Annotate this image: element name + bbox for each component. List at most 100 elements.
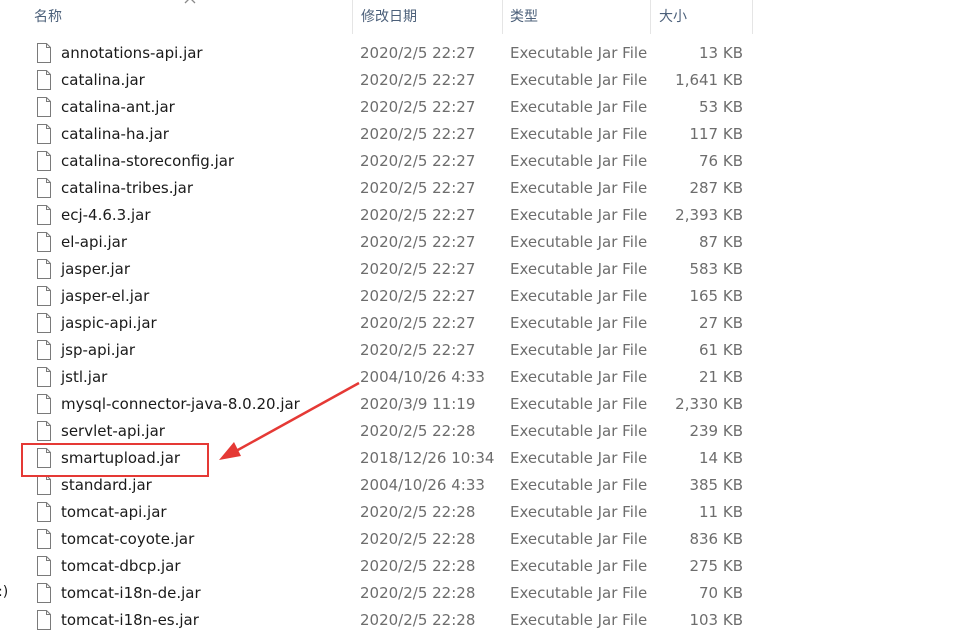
file-icon <box>37 124 51 144</box>
file-modified-date: 2018/12/26 10:34 <box>360 449 495 467</box>
file-row[interactable]: tomcat-i18n-es.jar 2020/2/5 22:28 Executab… <box>0 607 760 634</box>
file-type: Executable Jar File <box>510 71 648 89</box>
column-header-date[interactable]: 修改日期 <box>361 0 417 34</box>
file-type: Executable Jar File <box>510 98 648 116</box>
file-row[interactable]: jstl.jar 2004/10/26 4:33 Executable Jar Fi… <box>0 364 760 391</box>
file-modified-date: 2020/2/5 22:28 <box>360 557 476 575</box>
file-modified-date: 2020/2/5 22:27 <box>360 71 476 89</box>
file-row[interactable]: jasper.jar 2020/2/5 22:27 Executable Jar F… <box>0 256 760 283</box>
column-divider[interactable] <box>502 0 503 34</box>
annotation-highlight-box <box>21 443 209 477</box>
file-icon <box>37 610 51 630</box>
file-type: Executable Jar File <box>510 179 648 197</box>
file-type: Executable Jar File <box>510 233 648 251</box>
file-row[interactable]: catalina.jar 2020/2/5 22:27 Executable Jar… <box>0 67 760 94</box>
column-header-name[interactable]: 名称 <box>34 0 62 34</box>
file-type: Executable Jar File <box>510 584 648 602</box>
sort-up-icon[interactable] <box>183 0 197 6</box>
file-row[interactable]: catalina-tribes.jar 2020/2/5 22:27 Executa… <box>0 175 760 202</box>
file-row[interactable]: servlet-api.jar 2020/2/5 22:28 Executable … <box>0 418 760 445</box>
file-icon <box>37 43 51 63</box>
file-size: 275 KB <box>689 557 743 575</box>
file-icon <box>37 502 51 522</box>
file-modified-date: 2020/2/5 22:28 <box>360 503 476 521</box>
file-row[interactable]: mysql-connector-java-8.0.20.jar 2020/3/9 … <box>0 391 760 418</box>
file-modified-date: 2020/3/9 11:19 <box>360 395 476 413</box>
file-icon <box>37 259 51 279</box>
file-name: catalina-ha.jar <box>61 125 169 143</box>
file-type: Executable Jar File <box>510 152 648 170</box>
file-size: 27 KB <box>699 314 743 332</box>
file-name: tomcat-api.jar <box>61 503 167 521</box>
file-modified-date: 2020/2/5 22:27 <box>360 152 476 170</box>
file-row[interactable]: jsp-api.jar 2020/2/5 22:27 Executable Jar … <box>0 337 760 364</box>
file-name: jaspic-api.jar <box>61 314 157 332</box>
column-header-bar: 名称 修改日期 类型 大小 <box>0 0 753 34</box>
file-row[interactable]: annotations-api.jar 2020/2/5 22:27 Executa… <box>0 40 760 67</box>
file-size: 836 KB <box>689 530 743 548</box>
file-row[interactable]: tomcat-dbcp.jar 2020/2/5 22:28 Executable … <box>0 553 760 580</box>
file-type: Executable Jar File <box>510 449 648 467</box>
file-row[interactable]: jaspic-api.jar 2020/2/5 22:27 Executable J… <box>0 310 760 337</box>
file-name: catalina-tribes.jar <box>61 179 194 197</box>
file-name: catalina.jar <box>61 71 145 89</box>
file-icon <box>37 394 51 414</box>
file-modified-date: 2020/2/5 22:28 <box>360 422 476 440</box>
file-name: annotations-api.jar <box>61 44 203 62</box>
file-icon <box>37 529 51 549</box>
column-divider[interactable] <box>650 0 651 34</box>
file-type: Executable Jar File <box>510 557 648 575</box>
file-row[interactable]: catalina-ant.jar 2020/2/5 22:27 Executable… <box>0 94 760 121</box>
file-size: 76 KB <box>699 152 743 170</box>
file-size: 385 KB <box>689 476 743 494</box>
file-type: Executable Jar File <box>510 314 648 332</box>
file-modified-date: 2020/2/5 22:27 <box>360 206 476 224</box>
file-type: Executable Jar File <box>510 44 648 62</box>
file-row[interactable]: tomcat-i18n-de.jar 2020/2/5 22:28 Executab… <box>0 580 760 607</box>
column-divider[interactable] <box>752 0 753 34</box>
file-size: 61 KB <box>699 341 743 359</box>
file-icon <box>37 583 51 603</box>
file-modified-date: 2020/2/5 22:28 <box>360 584 476 602</box>
file-size: 287 KB <box>689 179 743 197</box>
file-modified-date: 2020/2/5 22:27 <box>360 341 476 359</box>
file-modified-date: 2020/2/5 22:27 <box>360 314 476 332</box>
file-row[interactable]: el-api.jar 2020/2/5 22:27 Executable Jar F… <box>0 229 760 256</box>
file-row[interactable]: tomcat-api.jar 2020/2/5 22:28 Executable J… <box>0 499 760 526</box>
file-size: 11 KB <box>699 503 743 521</box>
file-type: Executable Jar File <box>510 530 648 548</box>
column-header-type[interactable]: 类型 <box>510 0 538 34</box>
file-icon <box>37 205 51 225</box>
file-name: catalina-storeconfig.jar <box>61 152 235 170</box>
file-name: tomcat-coyote.jar <box>61 530 195 548</box>
file-name: ecj-4.6.3.jar <box>61 206 151 224</box>
file-modified-date: 2020/2/5 22:27 <box>360 44 476 62</box>
file-row[interactable]: jasper-el.jar 2020/2/5 22:27 Executable Ja… <box>0 283 760 310</box>
file-size: 583 KB <box>689 260 743 278</box>
file-row[interactable]: catalina-storeconfig.jar 2020/2/5 22:27 Ex… <box>0 148 760 175</box>
file-type: Executable Jar File <box>510 287 648 305</box>
file-type: Executable Jar File <box>510 476 648 494</box>
file-icon <box>37 178 51 198</box>
file-name: jasper-el.jar <box>61 287 150 305</box>
column-header-size[interactable]: 大小 <box>659 0 687 34</box>
file-modified-date: 2020/2/5 22:27 <box>360 179 476 197</box>
file-icon <box>37 340 51 360</box>
file-icon <box>37 367 51 387</box>
file-row[interactable]: tomcat-coyote.jar 2020/2/5 22:28 Executabl… <box>0 526 760 553</box>
file-type: Executable Jar File <box>510 206 648 224</box>
file-size: 53 KB <box>699 98 743 116</box>
file-size: 13 KB <box>699 44 743 62</box>
file-explorer-view: 名称 修改日期 类型 大小 annotations-api.jar 2020/2/… <box>0 0 954 638</box>
window-edge-text: :) <box>0 584 9 600</box>
file-size: 239 KB <box>689 422 743 440</box>
file-name: jstl.jar <box>61 368 108 386</box>
file-type: Executable Jar File <box>510 503 648 521</box>
file-type: Executable Jar File <box>510 422 648 440</box>
file-icon <box>37 421 51 441</box>
file-size: 70 KB <box>699 584 743 602</box>
file-modified-date: 2020/2/5 22:27 <box>360 98 476 116</box>
file-row[interactable]: catalina-ha.jar 2020/2/5 22:27 Executable … <box>0 121 760 148</box>
file-row[interactable]: ecj-4.6.3.jar 2020/2/5 22:27 Executable Ja… <box>0 202 760 229</box>
column-divider[interactable] <box>352 0 353 34</box>
